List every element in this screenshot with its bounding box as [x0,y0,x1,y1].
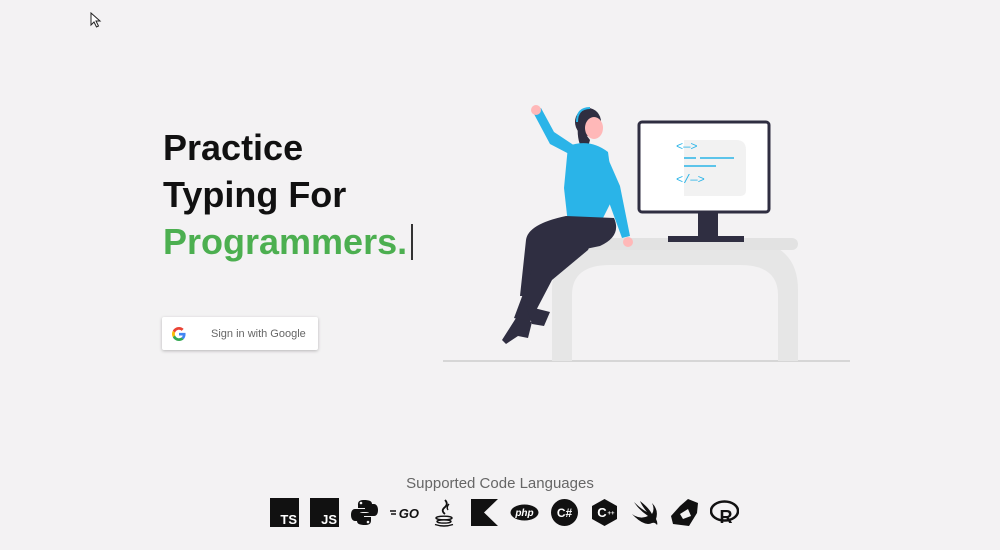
go-icon: GO [390,498,419,527]
monitor: <—> </—> [637,120,771,242]
javascript-label: JS [321,512,337,527]
php-label: php [514,508,533,519]
java-icon [430,498,459,527]
csharp-label: C# [557,506,573,520]
javascript-icon: JS [310,497,339,527]
code-open-tag: <—> [676,140,698,154]
google-signin-button[interactable]: Sign in with Google [162,317,318,350]
cpp-icon: C ++ [590,498,619,527]
svg-text:++: ++ [607,511,615,517]
r-label: R [720,507,733,527]
google-signin-label: Sign in with Google [211,327,306,340]
typescript-icon: TS [270,497,299,527]
rust-icon [670,498,699,527]
cpp-label: C [597,505,607,520]
hero-heading: Practice Typing For Programmers. [163,124,414,265]
r-icon: R [710,498,739,527]
typescript-label: TS [280,512,297,527]
hero-line-1: Practice [163,127,304,168]
languages-list: TS JS GO php C# C ++ R [270,497,739,527]
google-icon [172,326,186,341]
kotlin-icon [470,498,499,527]
mouse-cursor-icon [90,12,102,28]
typing-caret [411,224,414,260]
languages-title: Supported Code Languages [406,475,594,492]
developer-illustration: <—> </—> [443,105,850,362]
php-icon: php [510,498,539,527]
python-icon [350,498,379,527]
code-close-tag: </—> [676,173,705,187]
go-label: GO [399,506,419,521]
hero-line-3-accent: Programmers. [163,221,408,262]
desk [552,240,798,361]
hero-line-2: Typing For [163,174,347,215]
swift-icon [630,498,659,527]
csharp-icon: C# [550,498,579,527]
